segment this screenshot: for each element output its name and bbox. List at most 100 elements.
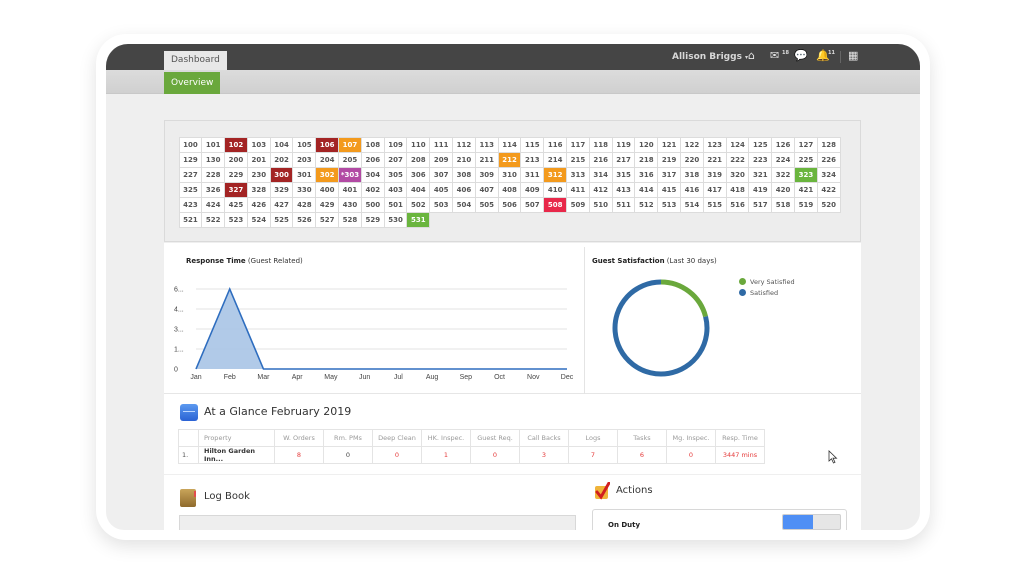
room-cell[interactable]: 531 [406, 211, 431, 228]
room-cell[interactable]: 518 [771, 196, 796, 213]
room-cell[interactable]: 306 [406, 166, 431, 183]
log-book-content[interactable] [179, 515, 576, 530]
room-cell[interactable]: 405 [429, 181, 454, 198]
room-cell[interactable]: 222 [725, 151, 750, 168]
table-row[interactable]: 1. Hilton Garden Inn... 8 0 0 1 0 3 7 6 0 3447 mins [178, 446, 765, 464]
room-cell[interactable]: 224 [771, 151, 796, 168]
room-cell[interactable]: 513 [657, 196, 682, 213]
room-cell[interactable]: 219 [657, 151, 682, 168]
room-cell[interactable]: 321 [748, 166, 773, 183]
column-header[interactable]: Mg. Inspec. [666, 429, 716, 447]
column-header[interactable]: Property [198, 429, 275, 447]
tab-dashboard[interactable]: Dashboard [164, 51, 227, 70]
room-cell[interactable]: 107 [338, 136, 362, 153]
room-cell[interactable]: 411 [566, 181, 590, 198]
room-cell[interactable]: 402 [360, 181, 385, 198]
room-cell[interactable]: 527 [315, 211, 340, 228]
room-cell[interactable]: 400 [315, 181, 340, 198]
room-cell[interactable]: 419 [748, 181, 773, 198]
room-cell[interactable]: 423 [178, 196, 203, 213]
column-header[interactable]: Guest Req. [470, 429, 520, 447]
room-cell[interactable]: 211 [474, 151, 499, 168]
bell-icon[interactable]: 🔔 11 [816, 50, 835, 62]
room-cell[interactable]: 207 [383, 151, 408, 168]
room-cell[interactable]: 319 [702, 166, 727, 183]
room-cell[interactable]: 204 [315, 151, 340, 168]
room-cell[interactable]: 415 [657, 181, 682, 198]
column-header[interactable]: Rm. PMs [323, 429, 373, 447]
property-name-cell[interactable]: Hilton Garden Inn... [198, 446, 275, 464]
room-cell[interactable]: 503 [429, 196, 454, 213]
room-cell[interactable]: 515 [702, 196, 727, 213]
room-cell[interactable]: 118 [588, 136, 613, 153]
room-cell[interactable]: 206 [360, 151, 385, 168]
room-cell[interactable]: 126 [771, 136, 796, 153]
room-cell[interactable]: 213 [520, 151, 545, 168]
room-cell[interactable]: 526 [292, 211, 317, 228]
room-cell[interactable]: 501 [383, 196, 408, 213]
room-cell[interactable]: 200 [224, 151, 248, 168]
room-cell[interactable]: 212 [497, 151, 522, 168]
room-cell[interactable]: 416 [680, 181, 704, 198]
mail-icon[interactable]: ✉ 18 [770, 50, 789, 62]
room-cell[interactable]: 326 [201, 181, 226, 198]
room-cell[interactable]: 421 [794, 181, 818, 198]
room-cell[interactable]: 209 [429, 151, 454, 168]
room-cell[interactable]: 201 [246, 151, 271, 168]
room-cell[interactable]: 316 [634, 166, 659, 183]
legend-item[interactable]: Very Satisfied [739, 276, 795, 287]
room-cell[interactable]: 102 [224, 136, 248, 153]
column-header[interactable]: HK. Inspec. [421, 429, 471, 447]
room-cell[interactable]: 413 [611, 181, 636, 198]
room-cell[interactable]: 528 [338, 211, 362, 228]
room-cell[interactable]: 122 [680, 136, 704, 153]
room-cell[interactable]: 530 [383, 211, 408, 228]
room-cell[interactable]: 426 [246, 196, 271, 213]
room-cell[interactable]: 123 [702, 136, 727, 153]
room-cell[interactable]: 301 [292, 166, 317, 183]
room-cell[interactable]: 112 [452, 136, 476, 153]
on-duty-toggle[interactable] [782, 514, 841, 530]
room-cell[interactable]: 507 [520, 196, 545, 213]
room-cell[interactable]: 100 [178, 136, 203, 153]
room-cell[interactable]: 307 [429, 166, 454, 183]
room-cell[interactable]: 424 [201, 196, 226, 213]
column-header[interactable]: Resp. Time [715, 429, 765, 447]
room-cell[interactable]: 119 [611, 136, 636, 153]
room-cell[interactable]: 130 [201, 151, 226, 168]
room-cell[interactable]: 216 [588, 151, 613, 168]
room-cell[interactable]: 308 [452, 166, 476, 183]
room-cell[interactable]: 500 [360, 196, 385, 213]
room-cell[interactable]: 210 [452, 151, 476, 168]
room-cell[interactable]: 104 [269, 136, 294, 153]
room-cell[interactable]: 407 [474, 181, 499, 198]
room-cell[interactable]: 324 [816, 166, 841, 183]
room-cell[interactable]: 202 [269, 151, 294, 168]
room-cell[interactable]: 325 [178, 181, 203, 198]
room-cell[interactable]: 205 [338, 151, 362, 168]
room-cell[interactable]: 420 [771, 181, 796, 198]
room-cell[interactable]: 217 [611, 151, 636, 168]
room-cell[interactable]: 124 [725, 136, 750, 153]
room-cell[interactable]: 312 [543, 166, 568, 183]
room-cell[interactable]: 425 [224, 196, 248, 213]
room-cell[interactable]: 105 [292, 136, 317, 153]
room-cell[interactable]: 226 [816, 151, 841, 168]
room-cell[interactable]: 511 [611, 196, 636, 213]
room-cell[interactable]: 509 [566, 196, 590, 213]
room-cell[interactable]: 229 [224, 166, 248, 183]
room-cell[interactable]: 314 [588, 166, 613, 183]
room-cell[interactable]: 223 [748, 151, 773, 168]
room-cell[interactable]: 514 [680, 196, 704, 213]
room-cell[interactable]: 111 [429, 136, 454, 153]
room-cell[interactable]: 110 [406, 136, 431, 153]
room-cell[interactable]: 128 [816, 136, 841, 153]
room-cell[interactable]: 430 [338, 196, 362, 213]
room-cell[interactable]: 519 [794, 196, 818, 213]
room-cell[interactable]: 300 [269, 166, 294, 183]
room-cell[interactable]: 322 [771, 166, 796, 183]
room-cell[interactable]: 427 [269, 196, 294, 213]
room-cell[interactable]: 330 [292, 181, 317, 198]
room-cell[interactable]: 114 [497, 136, 522, 153]
room-cell[interactable]: 125 [748, 136, 773, 153]
